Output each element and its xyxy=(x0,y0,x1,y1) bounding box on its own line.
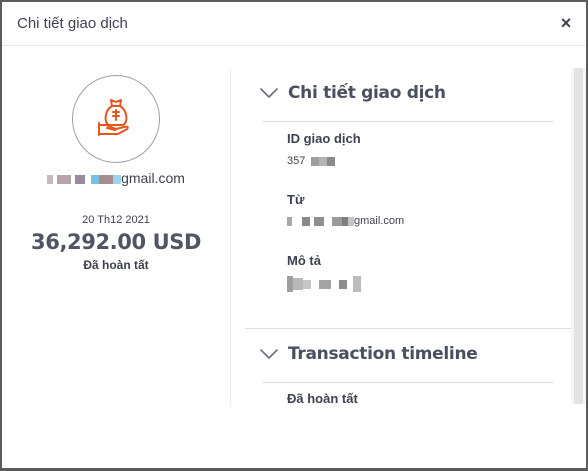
scrollbar[interactable] xyxy=(571,68,586,404)
scrollbar-thumb[interactable] xyxy=(574,68,583,404)
field-label-transaction-id: ID giao dịch xyxy=(287,131,361,146)
from-email-suffix: gmail.com xyxy=(354,215,405,227)
details-section-toggle[interactable]: Chi tiết giao dịch xyxy=(260,83,446,103)
field-value-from: gmail.com xyxy=(287,215,404,227)
modal-title: Chi tiết giao dịch xyxy=(17,15,128,32)
close-button[interactable]: × xyxy=(556,13,576,34)
close-icon: × xyxy=(560,13,572,33)
account-email: gmail.com xyxy=(2,170,230,186)
timeline-item-status: Đã hoàn tất xyxy=(287,391,358,406)
field-value-transaction-id: 357 xyxy=(287,155,336,167)
transaction-summary: gmail.com 20 Th12 2021 36,292.00 USD Đã … xyxy=(2,47,230,407)
transaction-details: Chi tiết giao dịch ID giao dịch 357 Từ g… xyxy=(245,47,571,407)
details-section-title: Chi tiết giao dịch xyxy=(288,83,446,103)
transaction-amount: 36,292.00 USD xyxy=(31,230,201,254)
account-email-suffix: gmail.com xyxy=(121,170,185,186)
chevron-down-icon xyxy=(260,88,278,98)
avatar xyxy=(72,75,160,163)
field-label-from: Từ xyxy=(287,192,305,207)
divider xyxy=(245,328,571,329)
divider xyxy=(263,121,553,122)
transaction-detail-modal: Chi tiết giao dịch × gmail.com 20 Th12 2… xyxy=(2,2,586,468)
modal-header: Chi tiết giao dịch × xyxy=(2,2,586,46)
transaction-id-prefix: 357 xyxy=(287,155,306,167)
transaction-status: Đã hoàn tất xyxy=(83,258,149,272)
transaction-date: 20 Th12 2021 xyxy=(82,214,150,226)
timeline-section-toggle[interactable]: Transaction timeline xyxy=(260,344,478,364)
timeline-section-title: Transaction timeline xyxy=(288,344,478,364)
money-bag-hand-icon xyxy=(98,99,129,136)
field-value-description xyxy=(287,276,361,292)
pane-divider xyxy=(230,68,231,406)
field-label-description: Mô tả xyxy=(287,253,321,268)
divider xyxy=(263,382,553,383)
chevron-down-icon xyxy=(260,349,278,359)
